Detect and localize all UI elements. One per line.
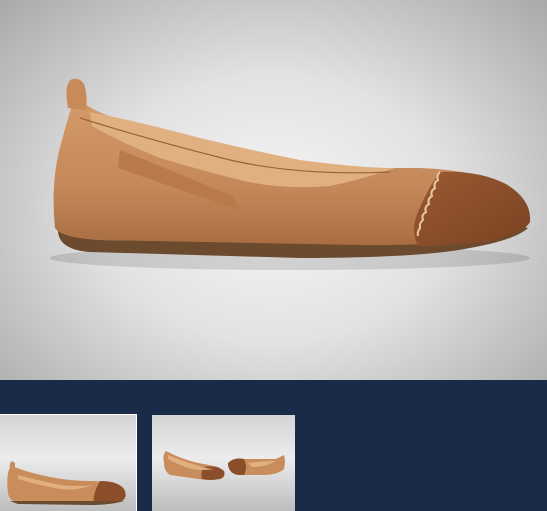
heel-tab bbox=[66, 78, 87, 110]
thumbnail-shoe-side-image bbox=[7, 461, 126, 505]
thumbnail-shoe-side[interactable] bbox=[0, 414, 137, 511]
thumbnail-shoe-pair-image bbox=[163, 451, 285, 480]
main-product-image bbox=[0, 0, 547, 380]
thumbnail-shoe-pair[interactable] bbox=[152, 415, 295, 511]
shoe-image bbox=[50, 78, 531, 270]
thumbnail-strip bbox=[0, 380, 547, 511]
